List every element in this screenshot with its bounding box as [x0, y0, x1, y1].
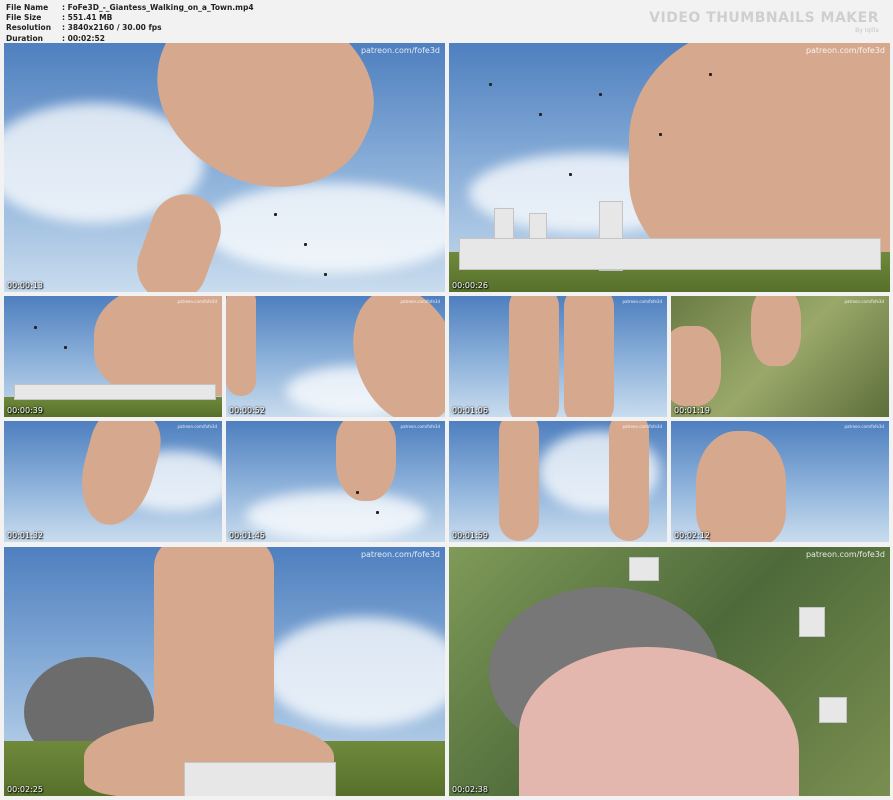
thumbnail-11[interactable]: patreon.com/fofe3d 00:02:25 [4, 547, 445, 796]
thumbnail-3[interactable]: patreon.com/fofe3d 00:00:39 [4, 296, 222, 417]
timestamp: 00:00:13 [7, 281, 43, 290]
file-name-label: File Name [6, 3, 49, 12]
watermark: patreon.com/fofe3d [400, 299, 440, 304]
thumbnail-12[interactable]: patreon.com/fofe3d 00:02:38 [449, 547, 890, 796]
timestamp: 00:00:39 [7, 406, 43, 415]
thumbnail-1[interactable]: patreon.com/fofe3d 00:00:13 [4, 43, 445, 292]
file-size-value: 551.41 MB [67, 13, 113, 23]
timestamp: 00:02:25 [7, 785, 43, 794]
watermark: patreon.com/fofe3d [622, 424, 662, 429]
watermark: patreon.com/fofe3d [177, 299, 217, 304]
separator: : [62, 13, 65, 23]
separator: : [62, 23, 65, 33]
timestamp: 00:02:38 [452, 785, 488, 794]
resolution-label: Resolution [6, 23, 52, 33]
thumbnail-7[interactable]: patreon.com/fofe3d 00:01:32 [4, 421, 222, 542]
brand: VIDEO THUMBNAILS MAKER By Iqilla [649, 10, 879, 34]
watermark: patreon.com/fofe3d [177, 424, 217, 429]
separator: : [62, 3, 65, 12]
thumbnail-2[interactable]: patreon.com/fofe3d 00:00:26 [449, 43, 890, 292]
watermark: patreon.com/fofe3d [844, 424, 884, 429]
brand-title: VIDEO THUMBNAILS MAKER [649, 10, 879, 26]
thumbnail-6[interactable]: patreon.com/fofe3d 00:01:19 [671, 296, 889, 417]
thumbnail-5[interactable]: patreon.com/fofe3d 00:01:06 [449, 296, 667, 417]
info-header: File Name : FoFe3D_-_Giantess_Walking_on… [0, 0, 893, 44]
timestamp: 00:01:32 [7, 531, 43, 540]
file-name-row: File Name : FoFe3D_-_Giantess_Walking_on… [6, 3, 254, 13]
file-size-label: File Size [6, 13, 42, 23]
resolution-value: 3840x2160 / 30.00 fps [67, 23, 162, 33]
thumbnail-9[interactable]: patreon.com/fofe3d 00:01:59 [449, 421, 667, 542]
timestamp: 00:01:19 [674, 406, 710, 415]
watermark: patreon.com/fofe3d [360, 46, 440, 55]
brand-subtitle: By Iqilla [855, 27, 879, 34]
watermark: patreon.com/fofe3d [805, 46, 885, 55]
thumbnail-10[interactable]: patreon.com/fofe3d 00:02:12 [671, 421, 889, 542]
file-info: File Name : FoFe3D_-_Giantess_Walking_on… [6, 3, 254, 44]
file-size-row: File Size : 551.41 MB [6, 13, 254, 23]
file-name-value: FoFe3D_-_Giantess_Walking_on_a_Town.mp4 [67, 3, 254, 12]
watermark: patreon.com/fofe3d [622, 299, 662, 304]
thumbnail-4[interactable]: patreon.com/fofe3d 00:00:52 [226, 296, 445, 417]
timestamp: 00:01:45 [229, 531, 265, 540]
watermark: patreon.com/fofe3d [805, 550, 885, 559]
timestamp: 00:01:59 [452, 531, 488, 540]
watermark: patreon.com/fofe3d [360, 550, 440, 559]
timestamp: 00:00:26 [452, 281, 488, 290]
timestamp: 00:00:52 [229, 406, 265, 415]
thumbnail-8[interactable]: patreon.com/fofe3d 00:01:45 [226, 421, 445, 542]
timestamp: 00:01:06 [452, 406, 488, 415]
timestamp: 00:02:12 [674, 531, 710, 540]
resolution-row: Resolution : 3840x2160 / 30.00 fps [6, 23, 254, 33]
watermark: patreon.com/fofe3d [400, 424, 440, 429]
watermark: patreon.com/fofe3d [844, 299, 884, 304]
